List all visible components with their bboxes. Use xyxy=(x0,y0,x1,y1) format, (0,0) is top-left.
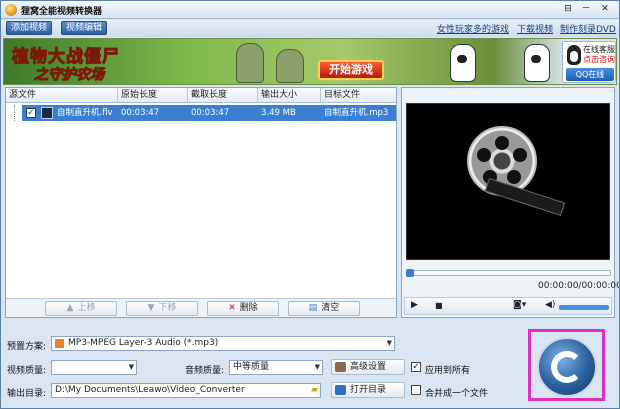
advanced-settings-button[interactable]: 高级设置 xyxy=(331,359,405,375)
audio-quality-value: 中等质量 xyxy=(233,362,270,372)
open-directory-label: 打开目录 xyxy=(350,385,387,395)
audio-format-icon xyxy=(55,339,64,348)
games-link[interactable]: 女性玩家多的游戏 xyxy=(437,22,509,35)
volume-slider[interactable] xyxy=(559,305,609,310)
close-button[interactable]: ✕ xyxy=(598,3,612,16)
cell-output-size: 3.49 MB xyxy=(261,108,296,118)
open-directory-button[interactable]: 打开目录 xyxy=(331,382,405,398)
apply-all-checkbox[interactable]: ✓ xyxy=(411,362,421,372)
menu-window-icon[interactable]: ⊟ xyxy=(561,3,575,16)
preview-panel: 00:00:00/00:00:00 ▶ ■ ◙▾ ◀) xyxy=(401,87,619,318)
download-video-link[interactable]: 下载视频 xyxy=(517,22,553,35)
convert-highlight-frame xyxy=(528,329,605,401)
reel-hole xyxy=(477,148,491,162)
seek-bar[interactable] xyxy=(406,269,611,277)
audio-quality-label: 音频质量: xyxy=(185,366,225,376)
convert-button[interactable] xyxy=(537,337,597,397)
chevron-down-icon: ▼ xyxy=(386,339,392,347)
move-up-button[interactable]: ▲ 上移 xyxy=(45,301,117,316)
title-bar: 狸窝全能视频转换器 ⊟ － ✕ xyxy=(1,1,619,19)
app-logo-icon xyxy=(5,4,17,16)
seek-knob[interactable] xyxy=(406,269,414,277)
camera-icon[interactable]: ◙▾ xyxy=(513,300,526,310)
cell-clip-length: 00:03:47 xyxy=(191,108,230,118)
merge-checkbox[interactable] xyxy=(411,385,421,395)
zombie-image xyxy=(236,43,264,83)
file-table-header: 源文件 原始长度 截取长度 输出大小 目标文件 xyxy=(6,88,396,103)
cell-target: 自制直升机.mp3 xyxy=(324,108,389,118)
reel-hole xyxy=(495,136,509,150)
file-list-panel: 源文件 原始长度 截取长度 输出大小 目标文件 ✓ 自制直升机.flv 00:0… xyxy=(5,87,397,318)
chevron-down-icon: ▼ xyxy=(128,363,134,371)
cell-original-length: 00:03:47 xyxy=(121,108,160,118)
output-settings: 预置方案: MP3-MPEG Layer-3 Audio (*.mp3) ▼ 视… xyxy=(5,329,519,407)
video-quality-select[interactable]: ▼ xyxy=(51,360,137,375)
cow-image xyxy=(450,44,476,82)
app-window: 狸窝全能视频转换器 ⊟ － ✕ 添加视频 视频编辑 女性玩家多的游戏 下载视频 … xyxy=(0,0,620,409)
audio-quality-select[interactable]: 中等质量 ▼ xyxy=(229,360,323,375)
speaker-icon[interactable]: ◀) xyxy=(545,300,555,310)
qq-penguin-icon xyxy=(567,45,581,65)
output-dir-value: D:\My Documents\Leawo\Video_Converter xyxy=(55,385,245,395)
minimize-button[interactable]: － xyxy=(579,3,593,16)
arrow-up-icon: ▲ xyxy=(66,303,74,313)
column-header-target[interactable]: 目标文件 xyxy=(321,88,396,103)
delete-x-icon: ✕ xyxy=(228,303,236,313)
tree-connector xyxy=(14,105,15,121)
cow-image xyxy=(524,44,550,82)
merge-label: 合并成一个文件 xyxy=(425,389,489,399)
preset-label: 预置方案: xyxy=(7,342,47,352)
online-support-widget[interactable]: 在线客服 点击咨询 QQ在线 xyxy=(562,41,616,83)
add-video-button[interactable]: 添加视频 xyxy=(6,21,53,35)
advanced-settings-label: 高级设置 xyxy=(350,362,387,372)
player-controls: ▶ ■ ◙▾ ◀) xyxy=(404,297,612,315)
tools-icon xyxy=(335,362,346,372)
column-header-output-size[interactable]: 输出大小 xyxy=(258,88,321,103)
delete-button[interactable]: ✕ 删除 xyxy=(207,301,279,316)
clear-list-icon: ▤ xyxy=(308,303,318,313)
column-header-clip-length[interactable]: 截取长度 xyxy=(188,88,258,103)
menu-bar: 添加视频 视频编辑 女性玩家多的游戏 下载视频 制作刻录DVD xyxy=(1,20,619,37)
open-folder-icon xyxy=(335,385,346,395)
play-icon[interactable]: ▶ xyxy=(411,300,418,310)
row-checkbox[interactable]: ✓ xyxy=(26,108,36,118)
video-file-icon xyxy=(41,107,53,119)
zombie-image xyxy=(276,49,304,83)
reel-hole xyxy=(507,170,521,184)
chevron-down-icon: ▼ xyxy=(314,363,320,371)
output-dir-label: 输出目录: xyxy=(7,389,47,399)
video-preview-screen xyxy=(406,103,610,260)
banner-subtitle: 之守护农场 xyxy=(34,67,105,84)
support-consult-label: 点击咨询 xyxy=(583,55,615,64)
preset-value: MP3-MPEG Layer-3 Audio (*.mp3) xyxy=(68,338,219,348)
refresh-arrow-icon xyxy=(551,351,583,383)
column-header-original-length[interactable]: 原始长度 xyxy=(118,88,188,103)
apply-all-label: 应用到所有 xyxy=(425,366,471,376)
move-down-button[interactable]: ▼ 下移 xyxy=(126,301,198,316)
table-row[interactable]: ✓ 自制直升机.flv 00:03:47 00:03:47 3.49 MB 自制… xyxy=(22,105,396,121)
video-edit-button[interactable]: 视频编辑 xyxy=(61,21,108,35)
reel-hole xyxy=(513,148,527,162)
window-title: 狸窝全能视频转换器 xyxy=(21,7,103,17)
column-header-source[interactable]: 源文件 xyxy=(6,88,118,103)
burn-dvd-link[interactable]: 制作刻录DVD xyxy=(560,22,616,35)
output-dir-input[interactable]: D:\My Documents\Leawo\Video_Converter ▰ xyxy=(51,383,321,398)
ad-banner[interactable]: 植物大战僵尸 之守护农场 开始游戏 在线客服 点击咨询 QQ在线 xyxy=(3,38,617,85)
preset-select[interactable]: MP3-MPEG Layer-3 Audio (*.mp3) ▼ xyxy=(51,336,395,351)
video-quality-label: 视频质量: xyxy=(7,366,47,376)
list-action-bar: ▲ 上移 ▼ 下移 ✕ 删除 ▤ 清空 xyxy=(6,298,396,317)
move-down-label: 下移 xyxy=(158,303,177,313)
qq-online-button[interactable]: QQ在线 xyxy=(566,68,614,81)
delete-label: 删除 xyxy=(239,303,258,313)
folder-browse-icon[interactable]: ▰ xyxy=(311,384,318,397)
stop-icon[interactable]: ■ xyxy=(435,301,443,310)
play-game-button[interactable]: 开始游戏 xyxy=(318,60,384,80)
clear-label: 清空 xyxy=(321,303,340,313)
move-up-label: 上移 xyxy=(77,303,96,313)
timecode: 00:00:00/00:00:00 xyxy=(538,281,620,291)
clear-button[interactable]: ▤ 清空 xyxy=(288,301,360,316)
arrow-down-icon: ▼ xyxy=(147,303,155,313)
cell-source: 自制直升机.flv xyxy=(57,108,113,118)
